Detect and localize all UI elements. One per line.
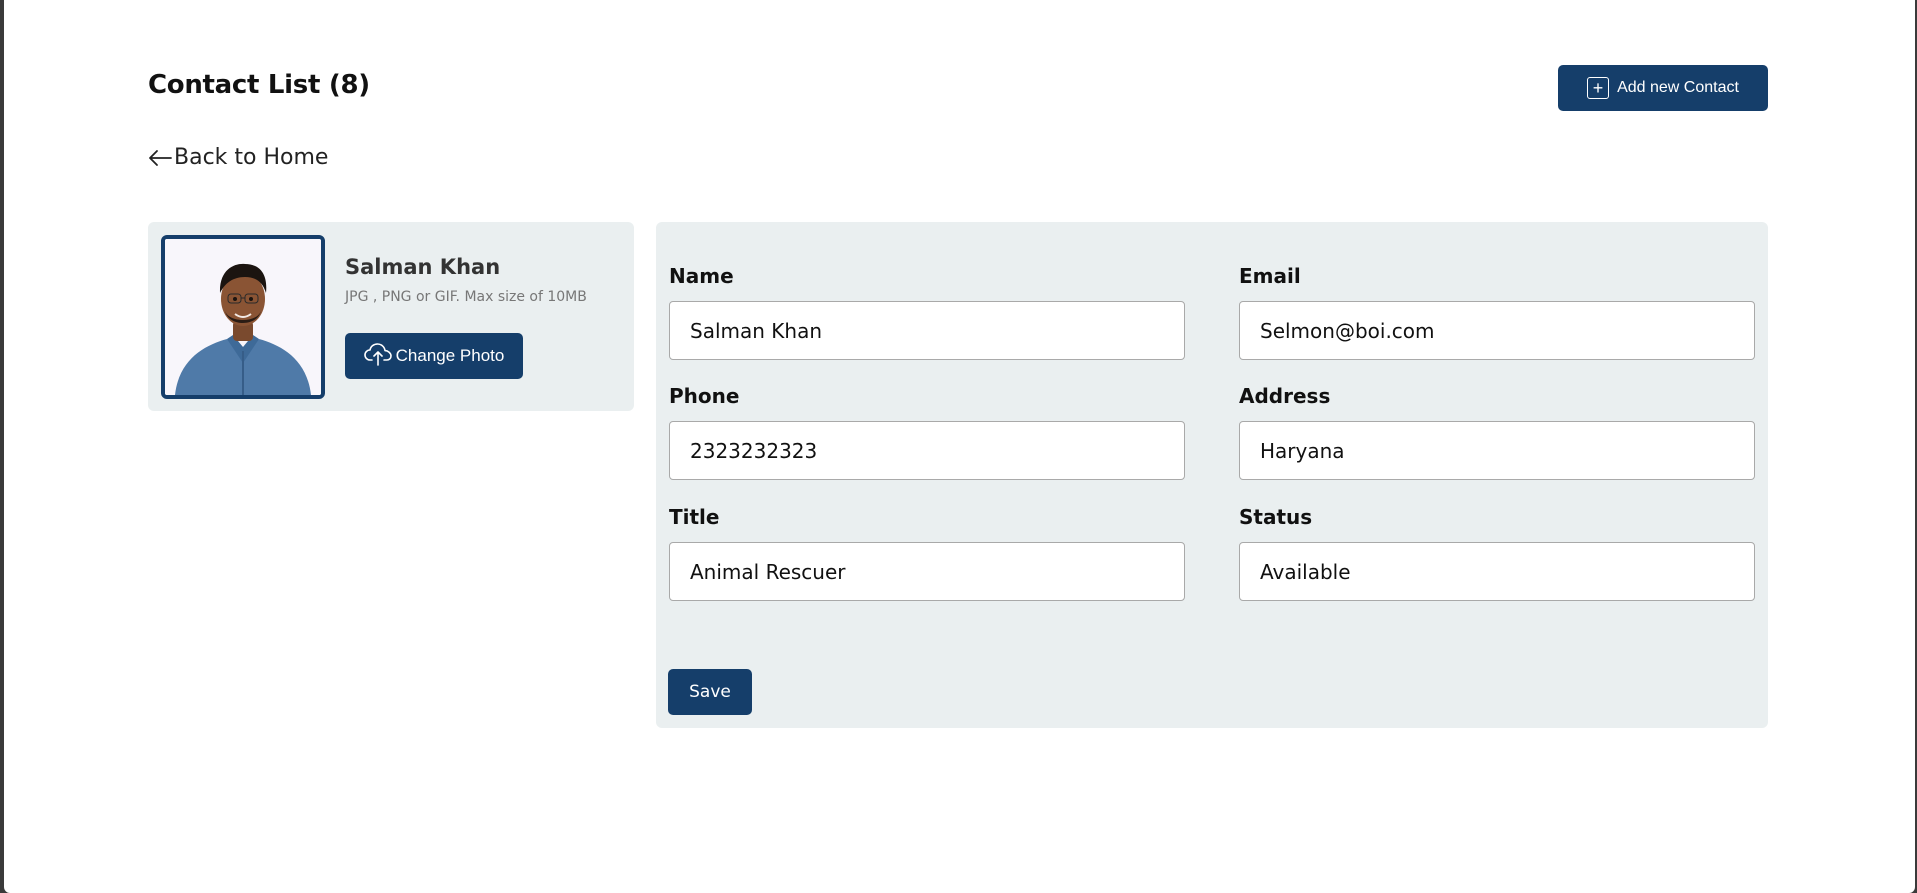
status-field[interactable] bbox=[1239, 542, 1755, 601]
phone-label: Phone bbox=[669, 384, 740, 408]
plus-square-icon: + bbox=[1587, 77, 1610, 99]
name-field[interactable] bbox=[669, 301, 1185, 360]
address-label: Address bbox=[1239, 384, 1331, 408]
email-field[interactable] bbox=[1239, 301, 1755, 360]
add-new-contact-button[interactable]: + Add new Contact bbox=[1558, 65, 1768, 111]
change-photo-label: Change Photo bbox=[395, 346, 505, 365]
title-field[interactable] bbox=[669, 542, 1185, 601]
address-field[interactable] bbox=[1239, 421, 1755, 480]
page-title: Contact List (8) bbox=[148, 70, 370, 100]
email-label: Email bbox=[1239, 264, 1301, 288]
phone-field[interactable] bbox=[669, 421, 1185, 480]
name-label: Name bbox=[669, 264, 734, 288]
title-label: Title bbox=[669, 505, 720, 529]
back-to-home-link[interactable]: Back to Home bbox=[148, 145, 328, 170]
change-photo-button[interactable]: Change Photo bbox=[345, 333, 523, 379]
add-new-contact-label: Add new Contact bbox=[1617, 79, 1739, 96]
back-to-home-label: Back to Home bbox=[174, 145, 329, 170]
profile-name: Salman Khan bbox=[345, 255, 501, 279]
save-button[interactable]: Save bbox=[668, 669, 752, 715]
avatar bbox=[161, 235, 325, 399]
cloud-upload-icon bbox=[363, 342, 392, 371]
status-label: Status bbox=[1239, 505, 1313, 529]
app-window: Contact List (8) + Add new Contact Back … bbox=[4, 0, 1915, 893]
contact-form: Name Email Phone Address Title Status Sa… bbox=[656, 222, 1768, 728]
profile-card: Salman Khan JPG , PNG or GIF. Max size o… bbox=[148, 222, 634, 411]
photo-size-hint: JPG , PNG or GIF. Max size of 10MB bbox=[345, 289, 587, 305]
arrow-left-icon bbox=[148, 148, 174, 168]
